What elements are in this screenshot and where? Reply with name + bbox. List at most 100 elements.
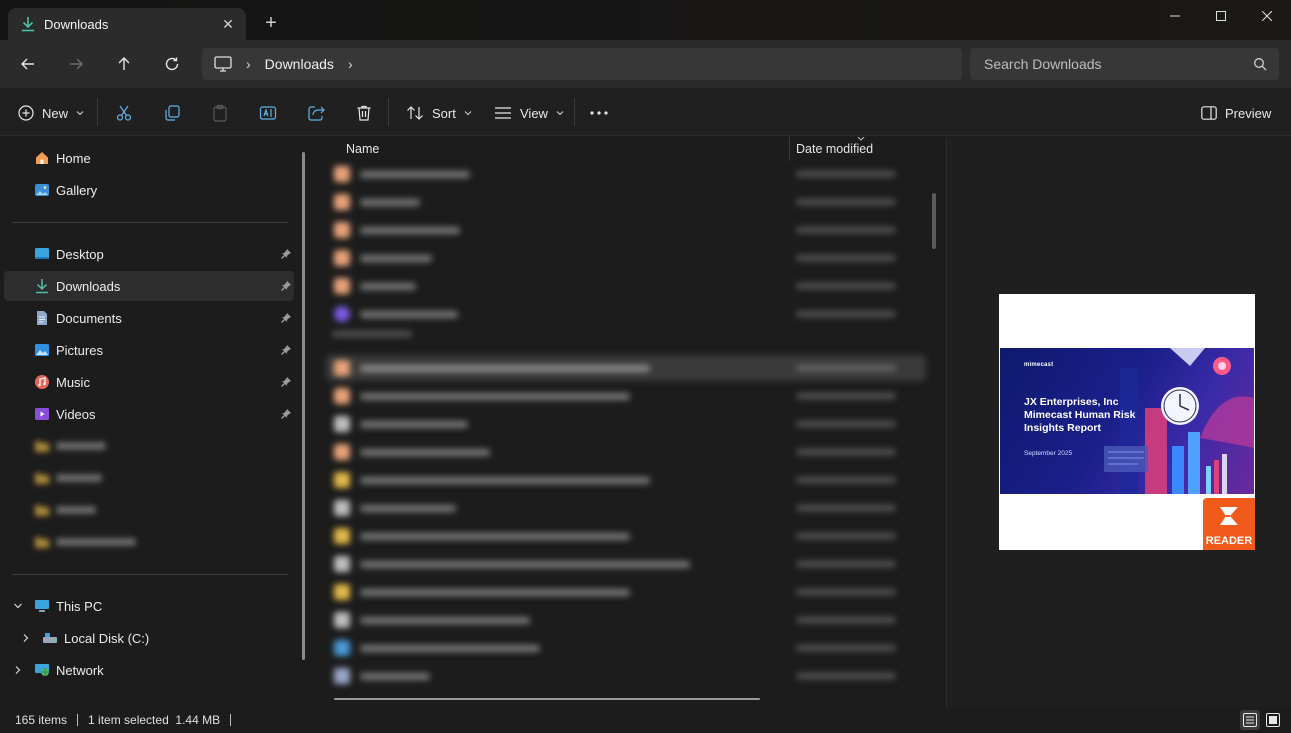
sidebar-item-home[interactable]: Home (4, 143, 294, 173)
file-list-horizontal-scrollbar[interactable] (334, 698, 760, 700)
redacted-label (56, 538, 136, 546)
pin-icon[interactable] (280, 312, 292, 324)
sidebar-item-local-disk[interactable]: Local Disk (C:) (4, 623, 294, 653)
redacted-date (796, 645, 896, 651)
sidebar-item-label: Music (56, 374, 90, 390)
sidebar-item-this-pc[interactable]: This PC (4, 591, 294, 621)
refresh-button[interactable] (160, 52, 184, 76)
redacted-date (796, 421, 896, 427)
tab-downloads[interactable]: Downloads ✕ (8, 8, 246, 40)
large-icons-view-button[interactable] (1263, 710, 1283, 730)
redacted-filename (360, 254, 432, 262)
rename-button[interactable] (259, 100, 277, 126)
sort-label: Sort (432, 105, 456, 121)
redacted-label (56, 506, 96, 514)
clipboard-icon (213, 104, 227, 122)
search-icon[interactable] (1253, 57, 1267, 71)
redacted-date (796, 505, 896, 511)
separator (388, 98, 389, 126)
sidebar-item-desktop[interactable]: Desktop (4, 239, 294, 269)
file-row[interactable] (326, 635, 926, 661)
file-row-selected[interactable] (326, 355, 926, 381)
column-divider[interactable] (789, 137, 790, 161)
sort-button[interactable]: Sort (406, 100, 472, 126)
file-row[interactable] (326, 523, 926, 549)
sidebar-item-music[interactable]: Music (4, 367, 294, 397)
file-row[interactable] (326, 495, 926, 521)
sidebar-item-videos[interactable]: Videos (4, 399, 294, 429)
cut-button[interactable] (115, 100, 133, 126)
image-file-icon (334, 668, 350, 684)
close-window-button[interactable] (1244, 0, 1290, 32)
back-button[interactable] (16, 52, 40, 76)
sidebar-item-documents[interactable]: Documents (4, 303, 294, 333)
pin-icon[interactable] (280, 248, 292, 260)
sidebar-item-network[interactable]: Network (4, 655, 294, 685)
sidebar-item-folder[interactable] (4, 463, 294, 493)
search-input[interactable] (984, 56, 1244, 72)
new-button[interactable]: New (18, 100, 84, 126)
plus-circle-icon (18, 105, 34, 121)
file-row[interactable] (326, 273, 926, 299)
view-label: View (520, 105, 548, 121)
pin-icon[interactable] (280, 280, 292, 292)
sidebar-item-gallery[interactable]: Gallery (4, 175, 294, 205)
file-row[interactable] (326, 663, 926, 689)
close-tab-icon[interactable]: ✕ (220, 16, 236, 32)
forward-button[interactable] (64, 52, 88, 76)
new-tab-button[interactable]: + (262, 13, 280, 33)
sidebar-item-folder[interactable] (4, 431, 294, 461)
address-bar[interactable]: › Downloads › (202, 48, 962, 80)
redacted-filename (360, 504, 456, 512)
breadcrumb-downloads[interactable]: Downloads (265, 56, 334, 72)
file-row[interactable] (326, 161, 926, 187)
item-count: 165 items (15, 713, 68, 727)
sidebar-item-folder[interactable] (4, 527, 294, 557)
pin-icon[interactable] (280, 408, 292, 420)
copy-button[interactable] (163, 100, 181, 126)
file-row[interactable] (326, 217, 926, 243)
redacted-date (796, 283, 896, 289)
chevron-right-icon[interactable]: › (246, 56, 251, 72)
delete-button[interactable] (355, 100, 373, 126)
chevron-right-icon[interactable]: › (348, 56, 353, 72)
column-header-name[interactable]: Name (346, 137, 379, 161)
search-box[interactable] (970, 48, 1279, 80)
sidebar-scrollbar[interactable] (302, 152, 305, 660)
file-row[interactable] (326, 551, 926, 577)
archive-file-icon (334, 528, 350, 544)
details-view-button[interactable] (1240, 710, 1260, 730)
file-row[interactable] (326, 579, 926, 605)
file-row[interactable] (326, 383, 926, 409)
column-header-name-label: Name (346, 142, 380, 156)
file-row[interactable] (326, 245, 926, 271)
pin-icon[interactable] (280, 344, 292, 356)
share-button[interactable] (307, 100, 325, 126)
file-list-vertical-scrollbar[interactable] (932, 193, 936, 249)
this-pc-icon (35, 600, 49, 612)
group-header[interactable] (332, 331, 412, 337)
view-button[interactable]: View (494, 100, 564, 126)
file-row[interactable] (326, 189, 926, 215)
file-row[interactable] (326, 301, 926, 327)
up-button[interactable] (112, 52, 136, 76)
file-row[interactable] (326, 411, 926, 437)
minimize-button[interactable] (1152, 0, 1198, 32)
pdf-file-icon (334, 388, 350, 404)
sidebar-item-downloads[interactable]: Downloads (4, 271, 294, 301)
redacted-filename (360, 420, 468, 428)
file-row[interactable] (326, 467, 926, 493)
sidebar-item-pictures[interactable]: Pictures (4, 335, 294, 365)
desktop-folder-icon (35, 248, 49, 259)
file-row[interactable] (326, 439, 926, 465)
archive-file-icon (334, 472, 350, 488)
more-options-button[interactable] (590, 100, 608, 126)
pin-icon[interactable] (280, 376, 292, 388)
sidebar-item-folder[interactable] (4, 495, 294, 525)
downloads-folder-icon (36, 279, 48, 294)
sidebar-item-label: This PC (56, 598, 103, 614)
maximize-button[interactable] (1198, 0, 1244, 32)
file-row[interactable] (326, 607, 926, 633)
paste-button[interactable] (211, 100, 229, 126)
preview-pane-button[interactable]: Preview (1201, 100, 1271, 126)
